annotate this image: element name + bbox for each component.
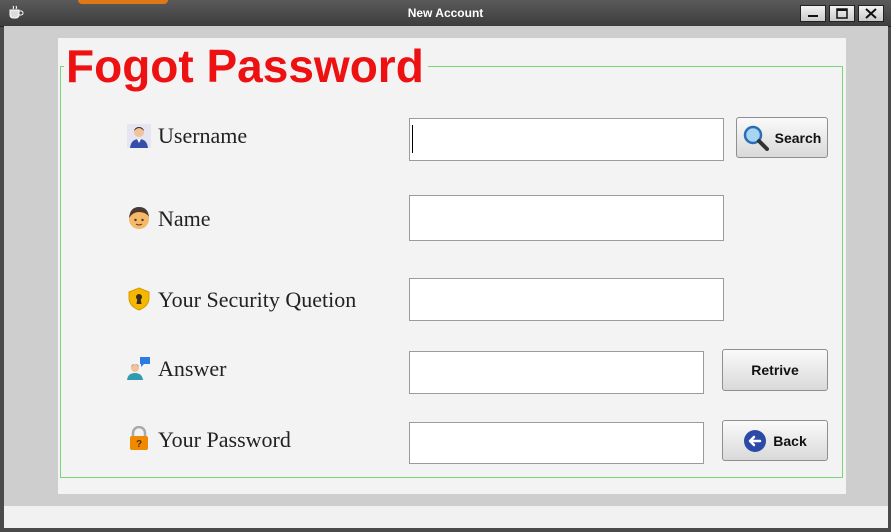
minimize-icon (808, 15, 818, 17)
text-caret (412, 125, 413, 153)
window-title: New Account (407, 6, 484, 20)
password-output[interactable] (409, 422, 704, 464)
back-button-label: Back (773, 432, 807, 449)
search-button[interactable]: Search (736, 117, 828, 158)
search-button-label: Search (774, 129, 822, 146)
maximize-icon (836, 8, 848, 19)
search-icon (743, 125, 769, 151)
username-input[interactable] (409, 118, 724, 161)
close-button[interactable] (858, 5, 884, 22)
back-button[interactable]: Back (722, 420, 828, 461)
padlock-icon: ? (130, 426, 148, 450)
retrive-button-label: Retrive (751, 362, 799, 378)
svg-text:?: ? (136, 439, 142, 450)
security-question-label: Your Security Quetion (158, 287, 357, 312)
name-label: Name (158, 206, 211, 231)
user-chat-icon (127, 357, 150, 380)
close-icon (865, 8, 877, 19)
minimize-button[interactable] (800, 5, 826, 22)
app-window: New Account Fogot Password Username Sear… (0, 0, 891, 532)
retrive-button[interactable]: Retrive (722, 349, 828, 391)
username-label: Username (158, 123, 248, 148)
taskbar-highlight (78, 0, 168, 4)
name-input[interactable] (409, 195, 724, 241)
shield-keyhole-icon (128, 287, 150, 311)
user-icon (127, 124, 151, 148)
answer-input[interactable] (409, 351, 704, 394)
maximize-button[interactable] (829, 5, 855, 22)
person-face-icon (129, 207, 149, 229)
title-bar[interactable]: New Account (0, 0, 891, 27)
answer-label: Answer (158, 356, 227, 381)
security-question-input[interactable] (409, 278, 724, 321)
back-arrow-icon (744, 429, 767, 452)
page-title: Fogot Password (64, 40, 428, 92)
password-label: Your Password (158, 427, 291, 452)
